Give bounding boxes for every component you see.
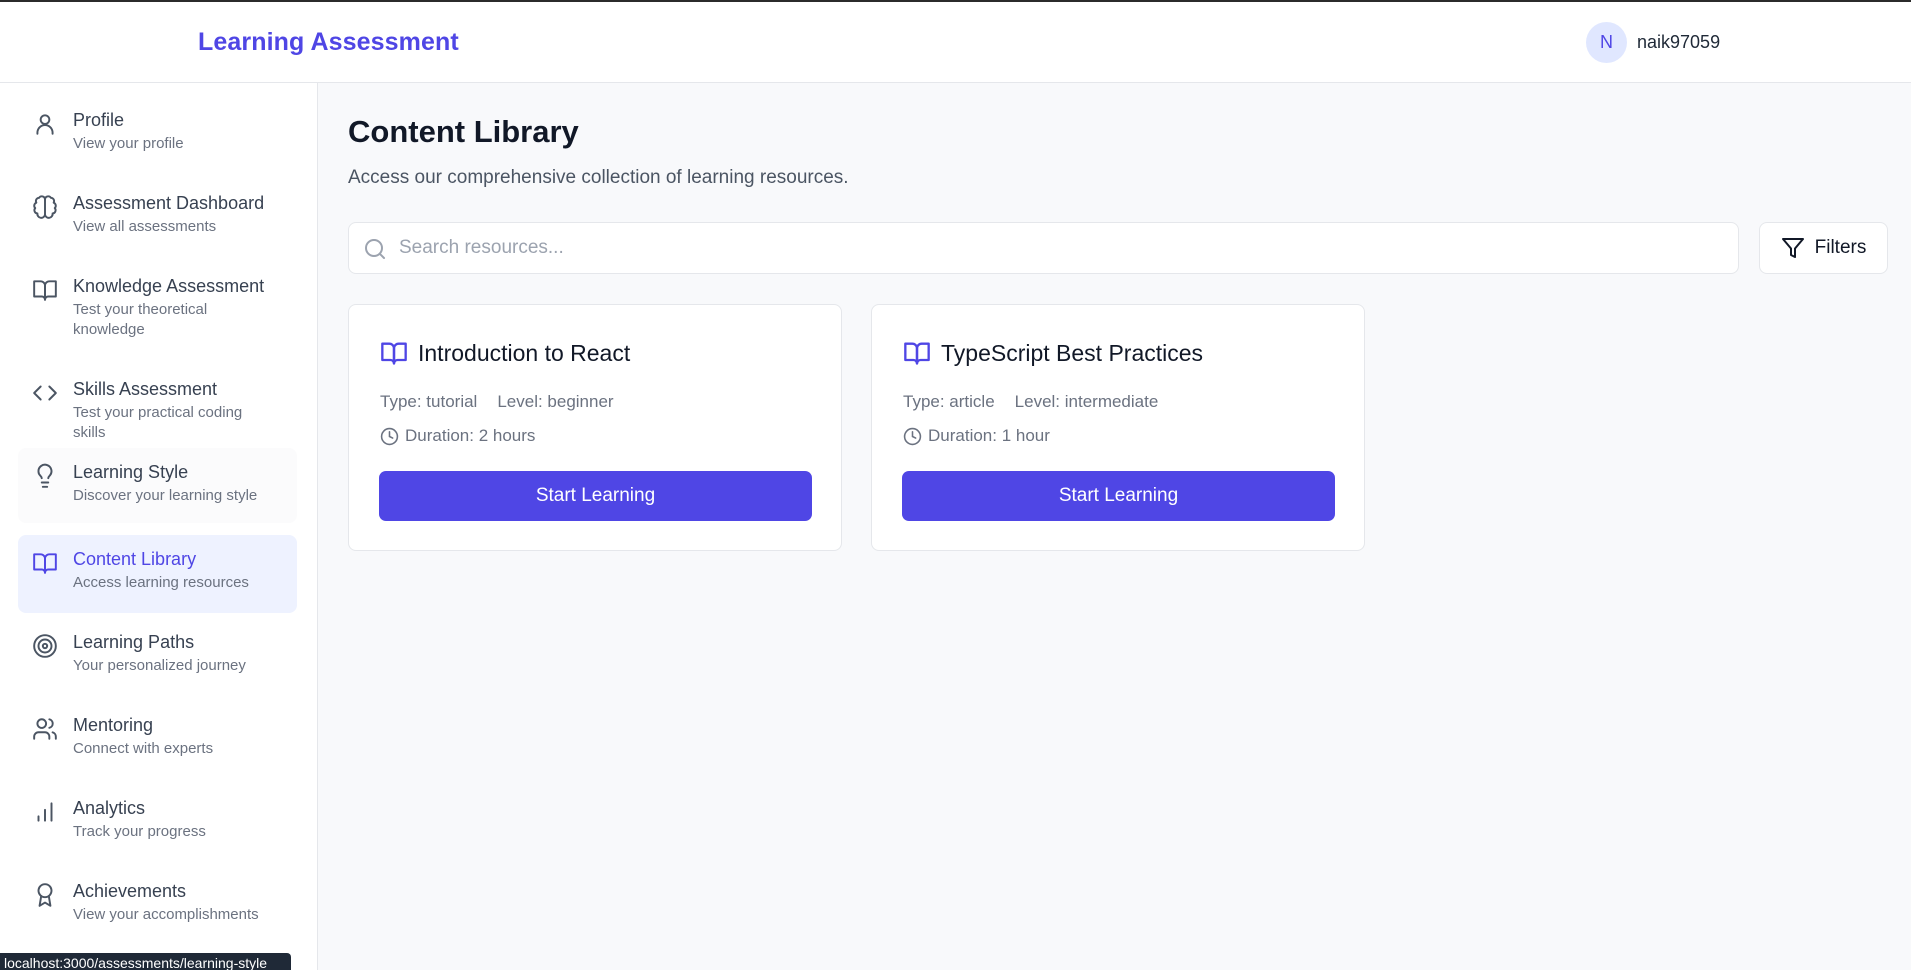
sidebar-item-label: Achievements [73, 881, 187, 901]
book-open-icon [380, 339, 408, 367]
sidebar-item-subtitle: View your accomplishments [73, 906, 259, 923]
bar-chart-icon [32, 799, 58, 825]
sidebar-item-label: Content Library [73, 549, 197, 569]
sidebar-item-label: Profile [73, 110, 125, 130]
target-icon [32, 633, 58, 659]
page-title: Content Library [348, 114, 579, 149]
user-menu[interactable]: N naik97059 [1586, 22, 1720, 63]
sidebar-item-subtitle: Connect with experts [73, 740, 214, 757]
card-title: Introduction to React [418, 339, 631, 366]
start-learning-button[interactable]: Start Learning [902, 471, 1335, 521]
user-icon [32, 111, 58, 137]
resource-card: Introduction to React Type: tutorial Lev… [348, 304, 842, 551]
award-icon [32, 882, 58, 908]
users-icon [32, 716, 58, 742]
search-icon [363, 237, 387, 261]
search-box[interactable] [348, 222, 1739, 274]
book-open-icon [32, 277, 58, 303]
sidebar-item-label: Assessment Dashboard [73, 193, 265, 213]
search-input[interactable] [399, 223, 1719, 273]
card-title: TypeScript Best Practices [941, 339, 1204, 366]
book-open-icon [32, 550, 58, 576]
lightbulb-icon [32, 463, 58, 489]
sidebar-item-assessment-dashboard[interactable]: Assessment Dashboard View all assessment… [18, 179, 297, 254]
sidebar-item-learning-paths[interactable]: Learning Paths Your personalized journey [18, 618, 297, 693]
filters-label: Filters [1814, 237, 1867, 258]
card-type: Type: article [903, 392, 995, 411]
brain-icon [32, 194, 58, 220]
sidebar-item-profile[interactable]: Profile View your profile [18, 96, 297, 171]
sidebar-item-mentoring[interactable]: Mentoring Connect with experts [18, 701, 297, 776]
link-preview-status-bar: localhost:3000/assessments/learning-styl… [0, 953, 291, 970]
clock-icon [903, 427, 922, 446]
username: naik97059 [1637, 32, 1721, 52]
sidebar-item-content-library[interactable]: Content Library Access learning resource… [18, 535, 297, 613]
top-header: Learning Assessment N naik97059 [0, 2, 1911, 83]
book-open-icon [903, 339, 931, 367]
sidebar-item-subtitle: Your personalized journey [73, 657, 246, 674]
sidebar-item-label: Mentoring [73, 715, 154, 735]
sidebar-item-label: Learning Style [73, 462, 189, 482]
sidebar: Profile View your profile Assessment Das… [0, 83, 318, 970]
sidebar-item-subtitle: Track your progress [73, 823, 206, 840]
filter-icon [1781, 236, 1805, 260]
avatar[interactable]: N [1586, 22, 1627, 63]
card-level: Level: beginner [497, 392, 614, 411]
sidebar-item-knowledge-assessment[interactable]: Knowledge Assessment Test your theoretic… [18, 262, 297, 357]
sidebar-item-subtitle: View your profile [73, 135, 184, 152]
sidebar-item-skills-assessment[interactable]: Skills Assessment Test your practical co… [18, 365, 297, 441]
card-duration: Duration: 2 hours [405, 426, 536, 445]
card-type: Type: tutorial [380, 392, 478, 411]
start-learning-button[interactable]: Start Learning [379, 471, 812, 521]
card-level: Level: intermediate [1014, 392, 1159, 411]
card-duration: Duration: 1 hour [928, 426, 1050, 445]
sidebar-item-analytics[interactable]: Analytics Track your progress [18, 784, 297, 859]
sidebar-item-label: Skills Assessment [73, 379, 218, 399]
sidebar-item-subtitle: Test your practical coding skills [73, 404, 243, 441]
sidebar-item-subtitle: View all assessments [73, 218, 217, 235]
page-description: Access our comprehensive collection of l… [348, 167, 849, 188]
sidebar-item-achievements[interactable]: Achievements View your accomplishments [18, 867, 297, 942]
code-icon [32, 380, 58, 406]
main-content: Content Library Access our comprehensive… [319, 83, 1911, 970]
sidebar-item-subtitle: Test your theoretical knowledge [73, 301, 208, 338]
sidebar-item-label: Knowledge Assessment [73, 276, 265, 296]
clock-icon [380, 427, 399, 446]
resource-card: TypeScript Best Practices Type: article … [871, 304, 1365, 551]
sidebar-item-label: Analytics [73, 798, 146, 818]
sidebar-item-subtitle: Discover your learning style [73, 487, 258, 504]
sidebar-item-subtitle: Access learning resources [73, 574, 249, 591]
sidebar-item-learning-style[interactable]: Learning Style Discover your learning st… [18, 448, 297, 523]
app-title[interactable]: Learning Assessment [198, 28, 459, 57]
sidebar-item-label: Learning Paths [73, 632, 195, 652]
filters-button[interactable]: Filters [1759, 222, 1888, 274]
